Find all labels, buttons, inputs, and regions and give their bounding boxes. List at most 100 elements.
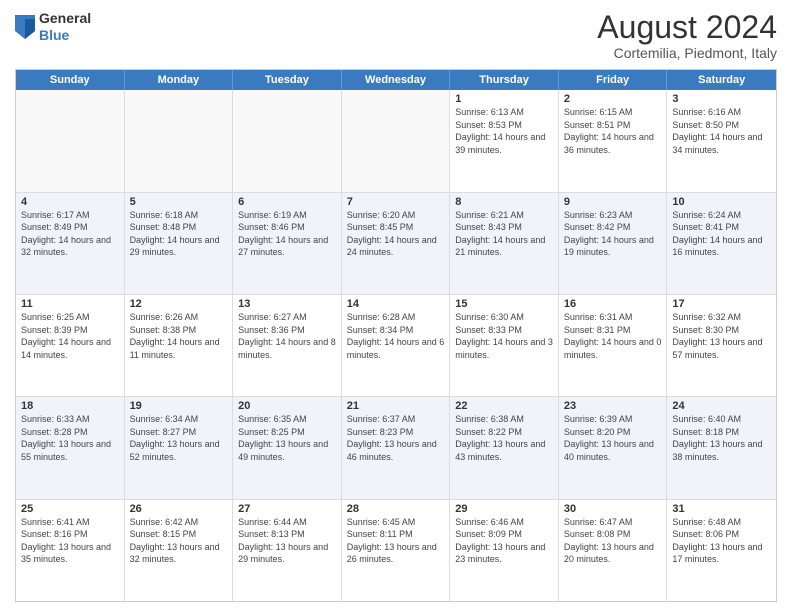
calendar-cell-3-4: 22Sunrise: 6:38 AM Sunset: 8:22 PM Dayli…: [450, 397, 559, 498]
calendar-cell-1-6: 10Sunrise: 6:24 AM Sunset: 8:41 PM Dayli…: [667, 193, 776, 294]
cell-date-3-5: 23: [564, 400, 662, 412]
header-wednesday: Wednesday: [342, 70, 451, 90]
calendar-cell-4-3: 28Sunrise: 6:45 AM Sunset: 8:11 PM Dayli…: [342, 500, 451, 601]
cell-info-1-6: Sunrise: 6:24 AM Sunset: 8:41 PM Dayligh…: [672, 209, 771, 259]
cell-date-1-2: 6: [238, 196, 336, 208]
calendar-cell-2-1: 12Sunrise: 6:26 AM Sunset: 8:38 PM Dayli…: [125, 295, 234, 396]
header-friday: Friday: [559, 70, 668, 90]
cell-date-2-1: 12: [130, 298, 228, 310]
header-tuesday: Tuesday: [233, 70, 342, 90]
logo-blue: Blue: [39, 27, 91, 44]
calendar-cell-0-5: 2Sunrise: 6:15 AM Sunset: 8:51 PM Daylig…: [559, 90, 668, 191]
cell-date-1-6: 10: [672, 196, 771, 208]
cell-date-1-1: 5: [130, 196, 228, 208]
cell-date-4-2: 27: [238, 503, 336, 515]
cell-info-4-6: Sunrise: 6:48 AM Sunset: 8:06 PM Dayligh…: [672, 516, 771, 566]
calendar-cell-4-1: 26Sunrise: 6:42 AM Sunset: 8:15 PM Dayli…: [125, 500, 234, 601]
cell-info-0-6: Sunrise: 6:16 AM Sunset: 8:50 PM Dayligh…: [672, 106, 771, 156]
calendar-cell-0-1: [125, 90, 234, 191]
calendar-cell-2-2: 13Sunrise: 6:27 AM Sunset: 8:36 PM Dayli…: [233, 295, 342, 396]
cell-date-1-0: 4: [21, 196, 119, 208]
cell-date-4-3: 28: [347, 503, 445, 515]
cell-date-2-2: 13: [238, 298, 336, 310]
calendar-cell-4-4: 29Sunrise: 6:46 AM Sunset: 8:09 PM Dayli…: [450, 500, 559, 601]
calendar-cell-0-2: [233, 90, 342, 191]
calendar-cell-2-4: 15Sunrise: 6:30 AM Sunset: 8:33 PM Dayli…: [450, 295, 559, 396]
calendar-cell-0-0: [16, 90, 125, 191]
header-monday: Monday: [125, 70, 234, 90]
cell-info-1-1: Sunrise: 6:18 AM Sunset: 8:48 PM Dayligh…: [130, 209, 228, 259]
cell-info-2-5: Sunrise: 6:31 AM Sunset: 8:31 PM Dayligh…: [564, 311, 662, 361]
cell-date-2-5: 16: [564, 298, 662, 310]
cell-date-3-3: 21: [347, 400, 445, 412]
cell-info-2-4: Sunrise: 6:30 AM Sunset: 8:33 PM Dayligh…: [455, 311, 553, 361]
cell-date-4-6: 31: [672, 503, 771, 515]
cell-info-3-2: Sunrise: 6:35 AM Sunset: 8:25 PM Dayligh…: [238, 413, 336, 463]
logo-text-block: General Blue: [39, 10, 91, 44]
calendar-cell-1-5: 9Sunrise: 6:23 AM Sunset: 8:42 PM Daylig…: [559, 193, 668, 294]
cell-info-3-4: Sunrise: 6:38 AM Sunset: 8:22 PM Dayligh…: [455, 413, 553, 463]
calendar-cell-0-6: 3Sunrise: 6:16 AM Sunset: 8:50 PM Daylig…: [667, 90, 776, 191]
calendar-body: 1Sunrise: 6:13 AM Sunset: 8:53 PM Daylig…: [16, 90, 776, 601]
cell-info-2-6: Sunrise: 6:32 AM Sunset: 8:30 PM Dayligh…: [672, 311, 771, 361]
cell-date-4-4: 29: [455, 503, 553, 515]
cell-info-3-6: Sunrise: 6:40 AM Sunset: 8:18 PM Dayligh…: [672, 413, 771, 463]
calendar-row-1: 4Sunrise: 6:17 AM Sunset: 8:49 PM Daylig…: [16, 193, 776, 295]
cell-info-4-2: Sunrise: 6:44 AM Sunset: 8:13 PM Dayligh…: [238, 516, 336, 566]
calendar-cell-3-6: 24Sunrise: 6:40 AM Sunset: 8:18 PM Dayli…: [667, 397, 776, 498]
header-sunday: Sunday: [16, 70, 125, 90]
cell-date-3-6: 24: [672, 400, 771, 412]
header-thursday: Thursday: [450, 70, 559, 90]
calendar-header: Sunday Monday Tuesday Wednesday Thursday…: [16, 70, 776, 90]
cell-info-3-3: Sunrise: 6:37 AM Sunset: 8:23 PM Dayligh…: [347, 413, 445, 463]
cell-date-2-0: 11: [21, 298, 119, 310]
page: General Blue August 2024 Cortemilia, Pie…: [0, 0, 792, 612]
cell-info-1-5: Sunrise: 6:23 AM Sunset: 8:42 PM Dayligh…: [564, 209, 662, 259]
calendar-row-2: 11Sunrise: 6:25 AM Sunset: 8:39 PM Dayli…: [16, 295, 776, 397]
header: General Blue August 2024 Cortemilia, Pie…: [15, 10, 777, 61]
calendar-cell-4-5: 30Sunrise: 6:47 AM Sunset: 8:08 PM Dayli…: [559, 500, 668, 601]
calendar-cell-2-5: 16Sunrise: 6:31 AM Sunset: 8:31 PM Dayli…: [559, 295, 668, 396]
cell-info-3-0: Sunrise: 6:33 AM Sunset: 8:28 PM Dayligh…: [21, 413, 119, 463]
calendar-row-4: 25Sunrise: 6:41 AM Sunset: 8:16 PM Dayli…: [16, 500, 776, 601]
calendar-cell-1-3: 7Sunrise: 6:20 AM Sunset: 8:45 PM Daylig…: [342, 193, 451, 294]
calendar-cell-1-1: 5Sunrise: 6:18 AM Sunset: 8:48 PM Daylig…: [125, 193, 234, 294]
cell-date-1-5: 9: [564, 196, 662, 208]
cell-info-1-2: Sunrise: 6:19 AM Sunset: 8:46 PM Dayligh…: [238, 209, 336, 259]
cell-info-1-4: Sunrise: 6:21 AM Sunset: 8:43 PM Dayligh…: [455, 209, 553, 259]
calendar-row-3: 18Sunrise: 6:33 AM Sunset: 8:28 PM Dayli…: [16, 397, 776, 499]
calendar-cell-1-2: 6Sunrise: 6:19 AM Sunset: 8:46 PM Daylig…: [233, 193, 342, 294]
calendar-cell-3-0: 18Sunrise: 6:33 AM Sunset: 8:28 PM Dayli…: [16, 397, 125, 498]
cell-info-4-5: Sunrise: 6:47 AM Sunset: 8:08 PM Dayligh…: [564, 516, 662, 566]
logo-general: General: [39, 10, 91, 27]
calendar-cell-2-3: 14Sunrise: 6:28 AM Sunset: 8:34 PM Dayli…: [342, 295, 451, 396]
cell-info-3-5: Sunrise: 6:39 AM Sunset: 8:20 PM Dayligh…: [564, 413, 662, 463]
title-section: August 2024 Cortemilia, Piedmont, Italy: [597, 10, 777, 61]
calendar-row-0: 1Sunrise: 6:13 AM Sunset: 8:53 PM Daylig…: [16, 90, 776, 192]
cell-info-1-0: Sunrise: 6:17 AM Sunset: 8:49 PM Dayligh…: [21, 209, 119, 259]
calendar-cell-3-2: 20Sunrise: 6:35 AM Sunset: 8:25 PM Dayli…: [233, 397, 342, 498]
logo: General Blue: [15, 10, 91, 44]
main-title: August 2024: [597, 10, 777, 45]
cell-info-3-1: Sunrise: 6:34 AM Sunset: 8:27 PM Dayligh…: [130, 413, 228, 463]
calendar-cell-0-4: 1Sunrise: 6:13 AM Sunset: 8:53 PM Daylig…: [450, 90, 559, 191]
cell-info-2-1: Sunrise: 6:26 AM Sunset: 8:38 PM Dayligh…: [130, 311, 228, 361]
calendar-cell-3-5: 23Sunrise: 6:39 AM Sunset: 8:20 PM Dayli…: [559, 397, 668, 498]
cell-info-2-0: Sunrise: 6:25 AM Sunset: 8:39 PM Dayligh…: [21, 311, 119, 361]
cell-date-2-3: 14: [347, 298, 445, 310]
cell-info-0-5: Sunrise: 6:15 AM Sunset: 8:51 PM Dayligh…: [564, 106, 662, 156]
cell-info-1-3: Sunrise: 6:20 AM Sunset: 8:45 PM Dayligh…: [347, 209, 445, 259]
cell-date-0-6: 3: [672, 93, 771, 105]
calendar-cell-4-6: 31Sunrise: 6:48 AM Sunset: 8:06 PM Dayli…: [667, 500, 776, 601]
cell-date-4-5: 30: [564, 503, 662, 515]
calendar-cell-1-4: 8Sunrise: 6:21 AM Sunset: 8:43 PM Daylig…: [450, 193, 559, 294]
calendar-cell-1-0: 4Sunrise: 6:17 AM Sunset: 8:49 PM Daylig…: [16, 193, 125, 294]
cell-date-2-6: 17: [672, 298, 771, 310]
cell-date-4-0: 25: [21, 503, 119, 515]
cell-date-4-1: 26: [130, 503, 228, 515]
subtitle: Cortemilia, Piedmont, Italy: [597, 45, 777, 61]
calendar-cell-2-6: 17Sunrise: 6:32 AM Sunset: 8:30 PM Dayli…: [667, 295, 776, 396]
cell-info-4-0: Sunrise: 6:41 AM Sunset: 8:16 PM Dayligh…: [21, 516, 119, 566]
cell-date-3-1: 19: [130, 400, 228, 412]
calendar-cell-4-2: 27Sunrise: 6:44 AM Sunset: 8:13 PM Dayli…: [233, 500, 342, 601]
